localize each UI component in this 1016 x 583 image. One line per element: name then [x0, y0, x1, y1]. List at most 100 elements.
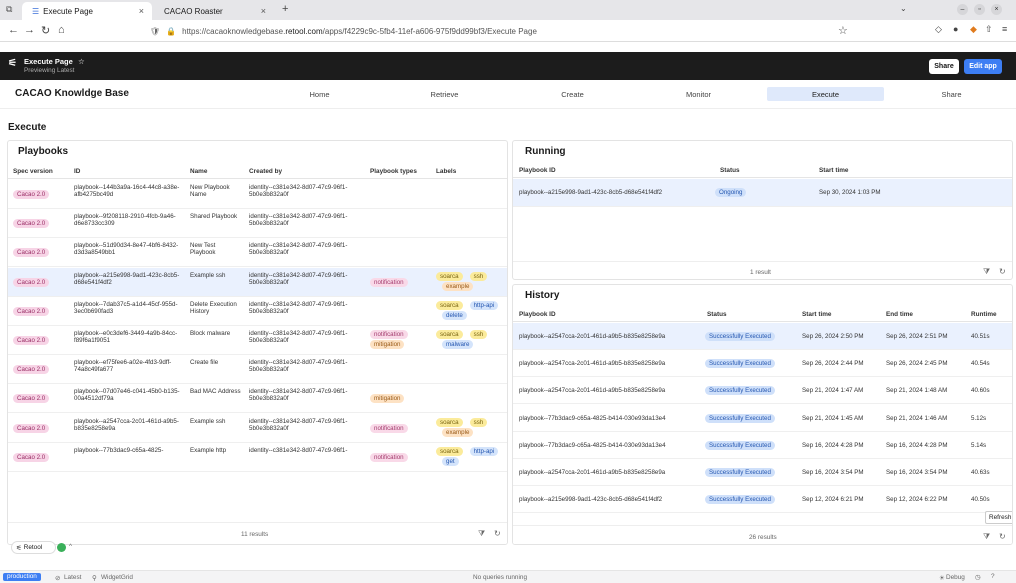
nav-create[interactable]: Create	[514, 87, 631, 101]
column-header[interactable]: Start time	[802, 311, 831, 318]
menu-icon[interactable]: ≡	[1002, 24, 1007, 34]
column-header[interactable]: ID	[74, 168, 80, 175]
table-row[interactable]: Cacao 2.0 playbook--a215e998-9ad1-423c-8c…	[8, 267, 507, 297]
table-row[interactable]: playbook--a2547cca-2c01-461d-a9b5-b835e8…	[513, 323, 1012, 350]
column-header[interactable]: Status	[707, 311, 727, 318]
end-time: Sep 26, 2024 2:51 PM	[886, 333, 948, 340]
debug-button[interactable]: Debug	[946, 574, 965, 581]
playbook-id: playbook--a2547cca-2c01-461d-a9b5-b835e8…	[519, 469, 666, 476]
refresh-icon[interactable]: ↻	[999, 532, 1006, 541]
table-row[interactable]: Cacao 2.0 playbook--e0c3def6-3449-4a9b-84…	[8, 326, 507, 355]
back-icon[interactable]: ←	[8, 24, 19, 36]
filter-icon[interactable]: ⧩	[478, 529, 485, 539]
playbook-name: Bad MAC Address	[190, 388, 241, 396]
history-icon[interactable]: ◷	[975, 573, 981, 581]
chevron-up-icon[interactable]: ^	[69, 543, 72, 550]
column-header[interactable]: Name	[190, 168, 207, 175]
table-row[interactable]: Cacao 2.0 playbook--a2547cca-2c01-461d-a9…	[8, 414, 507, 443]
spec-version-badge: Cacao 2.0	[13, 248, 50, 258]
label-badge: ssh	[469, 417, 488, 427]
share-button[interactable]: Share	[929, 59, 959, 74]
tab-overview-icon[interactable]: ⧉	[6, 4, 12, 15]
column-header[interactable]: Playbook types	[370, 168, 417, 175]
home-icon[interactable]: ⌂	[58, 24, 65, 36]
playbook-id: playbook--a2547cca-2c01-461d-a9b5-b835e8…	[519, 333, 666, 340]
latest-label[interactable]: Latest	[64, 574, 81, 581]
table-row[interactable]: playbook--77b3dac9-c65a-4825-b414-030e93…	[513, 405, 1012, 432]
start-time: Sep 16, 2024 3:54 PM	[802, 469, 864, 476]
help-icon[interactable]: ?	[991, 573, 995, 580]
created-by: identity--c381e342-8d07-47c9-96f1-5b0e3b…	[249, 388, 348, 403]
column-header[interactable]: Playbook ID	[519, 167, 556, 174]
column-header[interactable]: Labels	[436, 168, 456, 175]
column-header[interactable]: Playbook ID	[519, 311, 556, 318]
table-row[interactable]: Cacao 2.0 playbook--7dab37c5-a1d4-45cf-95…	[8, 297, 507, 326]
table-row[interactable]: playbook--a2547cca-2c01-461d-a9b5-b835e8…	[513, 350, 1012, 378]
refresh-icon[interactable]: ↻	[999, 267, 1006, 276]
edit-app-button[interactable]: Edit app	[964, 59, 1002, 74]
nav-retrieve[interactable]: Retrieve	[386, 87, 503, 101]
playbook-id: playbook--51d90d34-8e47-4bf6-8432-d3d3a8…	[74, 242, 179, 257]
column-header[interactable]: End time	[886, 311, 913, 318]
created-by: identity--c381e342-8d07-47c9-96f1-5b0e3b…	[249, 184, 348, 198]
refresh-icon[interactable]: ↻	[494, 529, 501, 538]
table-row[interactable]: Cacao 2.0 playbook--144b3a9a-16c4-44c8-a3…	[8, 180, 507, 209]
widget-grid-label[interactable]: WidgetGrid	[101, 574, 133, 581]
end-time: Sep 12, 2024 6:22 PM	[886, 496, 948, 504]
history-footer: 26 results ⧩ ↻	[513, 525, 1012, 544]
runtime: 40.60s	[971, 387, 990, 395]
column-header[interactable]: Runtime	[971, 311, 997, 318]
column-header[interactable]: Start time	[819, 167, 848, 174]
tab-cacao-roaster[interactable]: CACAO Roaster ×	[154, 2, 274, 20]
playbook-type-badge: notification	[370, 452, 408, 462]
runtime: 40.63s	[971, 469, 990, 476]
favorite-star-icon[interactable]: ☆	[78, 57, 85, 66]
label-badge: http-api	[469, 446, 499, 456]
column-header[interactable]: Created by	[249, 168, 282, 175]
close-window-icon[interactable]: ×	[991, 4, 1002, 15]
column-header[interactable]: Status	[720, 167, 740, 174]
tab-execute-page[interactable]: ☰ Execute Page ×	[22, 2, 152, 20]
close-icon[interactable]: ×	[139, 6, 144, 16]
forward-icon[interactable]: →	[24, 24, 35, 36]
pocket-icon[interactable]: ◇	[935, 24, 942, 35]
close-icon[interactable]: ×	[261, 6, 266, 16]
bookmark-star-icon[interactable]: ☆	[838, 24, 848, 37]
table-row[interactable]: playbook--a215e998-9ad1-423c-8cb5-d68e54…	[513, 486, 1012, 514]
retool-favicon-icon: ☰	[32, 6, 40, 16]
retool-badge[interactable]: ⚟ Retool	[11, 541, 56, 554]
extensions-icon[interactable]: ⇧	[985, 24, 993, 35]
url-field[interactable]: 🛡 🔒 https://cacaoknowledgebase. retool.co…	[150, 23, 860, 39]
environment-badge[interactable]: production	[3, 573, 41, 581]
end-time: Sep 26, 2024 2:45 PM	[886, 360, 948, 368]
new-tab-icon[interactable]: +	[282, 3, 288, 15]
table-row[interactable]: playbook--a2547cca-2c01-461d-a9b5-b835e8…	[513, 459, 1012, 486]
nav-execute[interactable]: Execute	[767, 87, 884, 101]
minimize-icon[interactable]: –	[957, 4, 968, 15]
table-row[interactable]: Cacao 2.0 playbook--ef75fee6-a02e-4fd3-9d…	[8, 355, 507, 385]
table-row[interactable]: playbook--a2547cca-2c01-461d-a9b5-b835e8…	[513, 377, 1012, 405]
table-row[interactable]: playbook--77b3dac9-c65a-4825-b414-030e93…	[513, 432, 1012, 459]
list-tabs-icon[interactable]: ⌄	[900, 4, 907, 13]
playbooks-table: Playbooks Spec version ID Name Created b…	[7, 140, 508, 545]
metamask-icon[interactable]: ◆	[970, 24, 977, 35]
table-row[interactable]: Cacao 2.0 playbook--07d07e46-c041-45b0-b1…	[8, 384, 507, 414]
filter-icon[interactable]: ⧩	[983, 267, 990, 277]
preview-status: Previewing Latest	[24, 67, 75, 74]
table-row[interactable]: playbook--a215e998-9ad1-423c-8cb5-d68e54…	[513, 179, 1012, 207]
nav-monitor[interactable]: Monitor	[640, 87, 757, 101]
maximize-icon[interactable]: ▫	[974, 4, 985, 15]
playbook-name: New Playbook Name	[190, 184, 230, 198]
table-row[interactable]: Cacao 2.0 playbook--77b3dac9-c65a-4825- Ex…	[8, 443, 507, 472]
reload-icon[interactable]: ↻	[41, 24, 50, 37]
extension-icon[interactable]: ●	[953, 24, 958, 34]
column-header[interactable]: Spec version	[13, 168, 53, 175]
nav-share[interactable]: Share	[893, 87, 1010, 101]
created-by: identity--c381e342-8d07-47c9-96f1-5b0e3b…	[249, 417, 348, 432]
filter-icon[interactable]: ⧩	[983, 532, 990, 542]
page-title: Execute Page	[24, 57, 73, 66]
table-row[interactable]: Cacao 2.0 playbook--9f208118-2910-4fcb-9a…	[8, 209, 507, 239]
table-row[interactable]: Cacao 2.0 playbook--51d90d34-8e47-4bf6-84…	[8, 238, 507, 268]
nav-home[interactable]: Home	[261, 87, 378, 101]
label-badge: soarca	[436, 417, 463, 427]
